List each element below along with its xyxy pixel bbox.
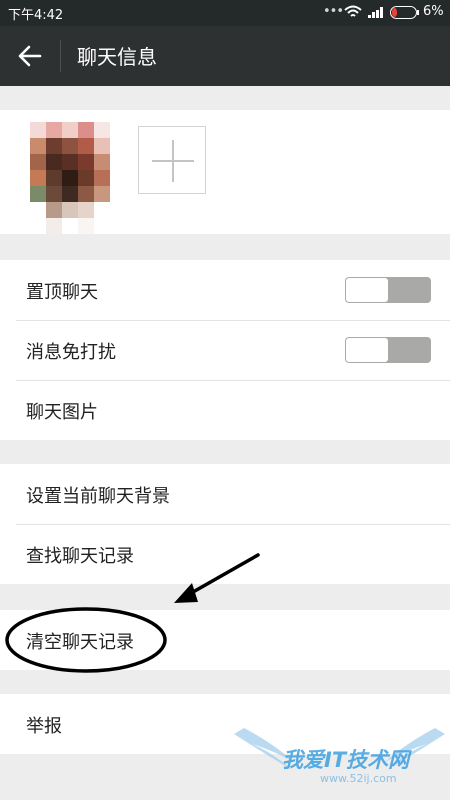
status-time: 下午4:42 bbox=[8, 8, 64, 23]
pin-chat-row[interactable]: 置顶聊天 bbox=[0, 260, 450, 320]
settings-group-2: 设置当前聊天背景 查找聊天记录 bbox=[0, 464, 450, 584]
report-row[interactable]: 举报 bbox=[0, 694, 450, 754]
clear-history-label: 清空聊天记录 bbox=[26, 632, 134, 653]
wifi-icon bbox=[344, 5, 362, 17]
add-member-button[interactable] bbox=[138, 126, 206, 194]
title-bar: 聊天信息 bbox=[0, 26, 450, 86]
clear-history-row[interactable]: 清空聊天记录 bbox=[0, 610, 450, 670]
mute-toggle[interactable] bbox=[345, 337, 431, 363]
pin-chat-toggle[interactable] bbox=[345, 277, 431, 303]
battery-percent: 6% bbox=[423, 4, 444, 19]
title-divider bbox=[60, 40, 61, 72]
pin-chat-label: 置顶聊天 bbox=[26, 282, 98, 303]
arrow-head-icon bbox=[174, 583, 198, 603]
avatar[interactable] bbox=[30, 122, 110, 234]
signal-icon bbox=[368, 7, 383, 18]
settings-group-3: 清空聊天记录 bbox=[0, 610, 450, 670]
members-section bbox=[0, 110, 450, 234]
chat-images-label: 聊天图片 bbox=[26, 402, 98, 423]
search-history-row[interactable]: 查找聊天记录 bbox=[0, 524, 450, 584]
toggle-knob bbox=[346, 338, 388, 362]
search-history-label: 查找聊天记录 bbox=[26, 546, 134, 567]
watermark-url: www.52ij.com bbox=[320, 772, 397, 785]
status-bar: 下午4:42 ••• 6% bbox=[0, 0, 450, 26]
settings-group-4: 举报 bbox=[0, 694, 450, 754]
back-arrow-icon[interactable] bbox=[14, 42, 44, 70]
mute-label: 消息免打扰 bbox=[26, 342, 116, 363]
chat-images-row[interactable]: 聊天图片 bbox=[0, 380, 450, 440]
set-background-row[interactable]: 设置当前聊天背景 bbox=[0, 464, 450, 524]
toggle-knob bbox=[346, 278, 388, 302]
notification-dots: ••• bbox=[323, 4, 344, 19]
report-label: 举报 bbox=[26, 716, 62, 737]
set-background-label: 设置当前聊天背景 bbox=[26, 486, 170, 507]
settings-group-1: 置顶聊天 消息免打扰 聊天图片 bbox=[0, 260, 450, 440]
battery-icon bbox=[390, 6, 419, 19]
page-title: 聊天信息 bbox=[77, 45, 157, 69]
mute-row[interactable]: 消息免打扰 bbox=[0, 320, 450, 380]
